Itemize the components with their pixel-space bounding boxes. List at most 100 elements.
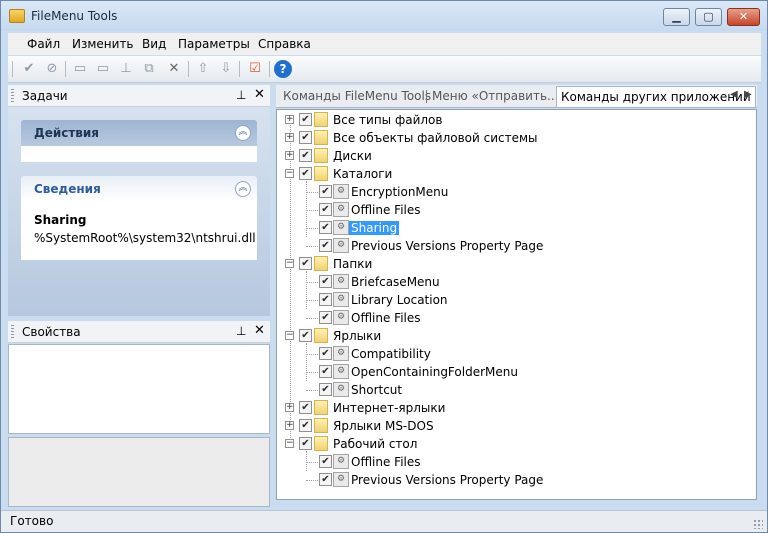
- tree-folder-node[interactable]: − ✔ Рабочий стол: [277, 435, 737, 453]
- tab-send-to[interactable]: Меню «Отправить...»: [432, 89, 566, 103]
- close-icon[interactable]: ✕: [254, 323, 265, 338]
- tab-scroll-left-icon[interactable]: ◀: [730, 89, 738, 100]
- tree-command-node[interactable]: ✔ ⚙ Offline Files: [277, 309, 737, 327]
- checkbox[interactable]: ✔: [319, 347, 332, 360]
- checkbox[interactable]: ✔: [299, 113, 312, 126]
- command-tree[interactable]: + ✔ Все типы файлов + ✔ Все объекты файловой …: [276, 109, 757, 500]
- tree-command-node[interactable]: ✔ ⚙ OpenContainingFolderMenu: [277, 363, 737, 381]
- help-icon[interactable]: ?: [274, 60, 292, 78]
- add-subitem-icon[interactable]: ▭: [94, 60, 112, 78]
- tab-filemenu-commands[interactable]: Команды FileMenu Tools: [283, 89, 431, 103]
- expand-toggle-icon[interactable]: +: [285, 133, 294, 142]
- checkbox[interactable]: ✔: [319, 383, 332, 396]
- expand-toggle-icon[interactable]: +: [285, 151, 294, 160]
- tree-command-node[interactable]: ✔ ⚙ Offline Files: [277, 453, 737, 471]
- tree-node-label: Shortcut: [351, 383, 403, 397]
- collapse-toggle-icon[interactable]: −: [285, 169, 294, 178]
- checkbox[interactable]: ✔: [299, 437, 312, 450]
- tasks-pane-title: Задачи: [22, 89, 68, 103]
- pin-icon[interactable]: ⊥: [236, 88, 246, 102]
- tab-strip: Команды FileMenu Tools Меню «Отправить..…: [276, 85, 757, 108]
- tree-folder-node[interactable]: + ✔ Диски: [277, 147, 737, 165]
- delete-icon[interactable]: ✕: [165, 60, 183, 78]
- cancel-circle-icon[interactable]: ⊘: [43, 60, 61, 78]
- tree-folder-node[interactable]: − ✔ Каталоги: [277, 165, 737, 183]
- actions-group: Действия ︽: [21, 120, 257, 162]
- checkbox[interactable]: ✔: [319, 221, 332, 234]
- maximize-button[interactable]: ▢: [695, 8, 722, 26]
- tree-command-node[interactable]: ✔ ⚙ EncryptionMenu: [277, 183, 737, 201]
- checklist-icon[interactable]: ☑: [246, 60, 264, 78]
- menu-settings[interactable]: Параметры: [178, 37, 250, 51]
- checkbox[interactable]: ✔: [299, 257, 312, 270]
- properties-grid[interactable]: [8, 344, 270, 434]
- tree-command-node[interactable]: ✔ ⚙ Previous Versions Property Page: [277, 237, 737, 255]
- close-icon[interactable]: ✕: [254, 87, 265, 102]
- checkbox[interactable]: ✔: [319, 239, 332, 252]
- tree-folder-node[interactable]: + ✔ Интернет-ярлыки: [277, 399, 737, 417]
- checkbox[interactable]: ✔: [319, 203, 332, 216]
- menu-view[interactable]: Вид: [142, 37, 166, 51]
- checkbox[interactable]: ✔: [319, 185, 332, 198]
- tree-node-label: Previous Versions Property Page: [351, 473, 544, 487]
- tree-command-node[interactable]: ✔ ⚙ Previous Versions Property Page: [277, 471, 737, 489]
- pin-icon[interactable]: ⊥: [236, 324, 246, 338]
- tree-command-node[interactable]: ✔ ⚙ Sharing: [277, 219, 737, 237]
- command-icon: ⚙: [333, 238, 349, 253]
- actions-group-header[interactable]: Действия ︽: [21, 120, 257, 146]
- tree-folder-node[interactable]: + ✔ Все типы файлов: [277, 111, 737, 129]
- collapse-icon[interactable]: ︽: [235, 181, 251, 197]
- menu-file[interactable]: Файл: [27, 37, 60, 51]
- tree-command-node[interactable]: ✔ ⚙ Library Location: [277, 291, 737, 309]
- tree-command-node[interactable]: ✔ ⚙ Offline Files: [277, 201, 737, 219]
- checkbox[interactable]: ✔: [319, 275, 332, 288]
- checkbox[interactable]: ✔: [319, 311, 332, 324]
- tab-other-apps[interactable]: Команды других приложений: [556, 86, 756, 107]
- close-button[interactable]: ✕: [727, 8, 760, 26]
- resize-grip[interactable]: [753, 519, 763, 529]
- grip-handle[interactable]: [11, 325, 14, 339]
- tree-node-label: Ярлыки: [333, 329, 382, 343]
- add-separator-icon[interactable]: ⊥: [117, 60, 135, 78]
- checkbox[interactable]: ✔: [319, 455, 332, 468]
- tree-command-node[interactable]: ✔ ⚙ Compatibility: [277, 345, 737, 363]
- title-bar[interactable]: FileMenu Tools ▁ ▢ ✕: [1, 1, 767, 31]
- tree-command-node[interactable]: ✔ ⚙ Shortcut: [277, 381, 737, 399]
- folder-icon: [314, 112, 328, 127]
- tab-scroll-right-icon[interactable]: ▶: [744, 89, 752, 100]
- checkbox[interactable]: ✔: [299, 419, 312, 432]
- checkbox[interactable]: ✔: [299, 149, 312, 162]
- checkbox[interactable]: ✔: [299, 131, 312, 144]
- grip-handle[interactable]: [11, 89, 14, 103]
- copy-icon[interactable]: ⧉: [140, 60, 158, 78]
- checkbox[interactable]: ✔: [319, 473, 332, 486]
- checkbox[interactable]: ✔: [299, 401, 312, 414]
- checkbox[interactable]: ✔: [319, 293, 332, 306]
- expand-toggle-icon[interactable]: +: [285, 421, 294, 430]
- minimize-button[interactable]: ▁: [663, 8, 690, 26]
- menu-help[interactable]: Справка: [258, 37, 311, 51]
- checkbox[interactable]: ✔: [299, 167, 312, 180]
- collapse-icon[interactable]: ︽: [235, 125, 251, 141]
- check-circle-icon[interactable]: ✔: [20, 60, 38, 78]
- checkbox[interactable]: ✔: [299, 329, 312, 342]
- app-window: FileMenu Tools ▁ ▢ ✕ Файл Изменить Вид П…: [0, 0, 768, 533]
- checkbox[interactable]: ✔: [319, 365, 332, 378]
- tree-command-node[interactable]: ✔ ⚙ BriefcaseMenu: [277, 273, 737, 291]
- expand-toggle-icon[interactable]: +: [285, 115, 294, 124]
- tree-folder-node[interactable]: + ✔ Все объекты файловой системы: [277, 129, 737, 147]
- info-group-header[interactable]: Сведения ︽: [21, 176, 257, 202]
- collapse-toggle-icon[interactable]: −: [285, 331, 294, 340]
- move-up-icon[interactable]: ⇧: [194, 60, 212, 78]
- collapse-toggle-icon[interactable]: −: [285, 439, 294, 448]
- menu-edit[interactable]: Изменить: [72, 37, 134, 51]
- add-item-icon[interactable]: ▭: [71, 60, 89, 78]
- move-down-icon[interactable]: ⇩: [217, 60, 235, 78]
- collapse-toggle-icon[interactable]: −: [285, 259, 294, 268]
- tree-folder-node[interactable]: − ✔ Ярлыки: [277, 327, 737, 345]
- tree-folder-node[interactable]: + ✔ Ярлыки MS-DOS: [277, 417, 737, 435]
- command-icon: ⚙: [333, 202, 349, 217]
- command-icon: ⚙: [333, 454, 349, 469]
- tree-folder-node[interactable]: − ✔ Папки: [277, 255, 737, 273]
- expand-toggle-icon[interactable]: +: [285, 403, 294, 412]
